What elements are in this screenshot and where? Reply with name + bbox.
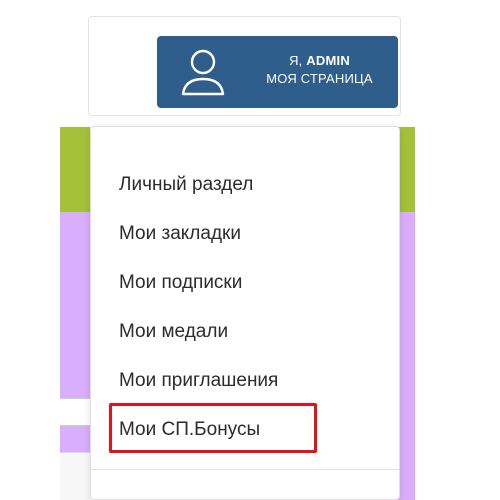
- menu-item-medals[interactable]: Мои медали: [119, 320, 228, 344]
- user-greeting: Я, ADMIN: [289, 53, 350, 68]
- menu-divider: [91, 469, 399, 470]
- menu-item-subscriptions[interactable]: Мои подписки: [119, 271, 242, 295]
- username: ADMIN: [306, 53, 350, 68]
- user-button-text: Я, ADMIN МОЯ СТРАНИЦА: [247, 52, 392, 88]
- menu-item-sp-bonuses[interactable]: Мои СП.Бонусы: [119, 418, 260, 442]
- background-input-fragment: [60, 398, 90, 426]
- user-dropdown-menu: Личный раздел Мои закладки Мои подписки …: [90, 126, 400, 500]
- menu-item-bookmarks[interactable]: Мои закладки: [119, 222, 241, 246]
- user-account-button[interactable]: Я, ADMIN МОЯ СТРАНИЦА: [157, 36, 398, 108]
- my-page-label: МОЯ СТРАНИЦА: [266, 71, 373, 86]
- menu-item-personal-section[interactable]: Личный раздел: [119, 173, 253, 197]
- screenshot-stage: Я, ADMIN МОЯ СТРАНИЦА Личный раздел Мои …: [0, 0, 500, 500]
- user-icon: [179, 46, 227, 98]
- green-banner-left: [60, 127, 90, 212]
- background-panel-fragment: [60, 452, 90, 500]
- menu-item-invitations[interactable]: Мои приглашения: [119, 369, 278, 393]
